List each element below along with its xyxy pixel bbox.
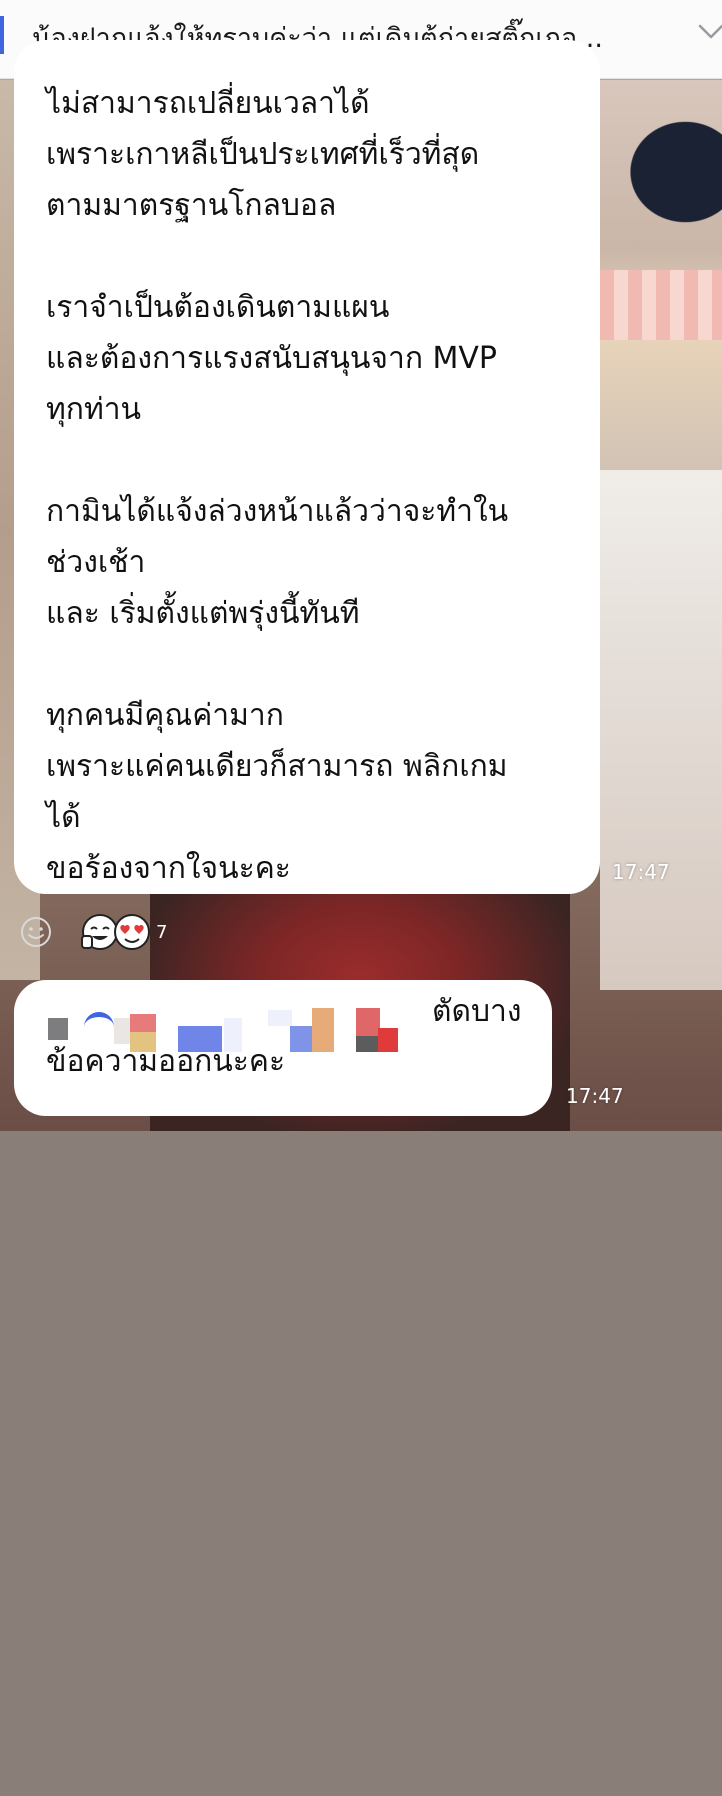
message-bubble[interactable]: ตัดบาง ข้อความออกนะคะ bbox=[14, 980, 552, 1116]
redacted-block bbox=[356, 1036, 378, 1052]
message-time: 17:47 bbox=[612, 860, 670, 884]
redacted-block bbox=[378, 1028, 398, 1052]
message-text: ข้อความออกนะคะ bbox=[46, 1044, 286, 1079]
message-time: 17:47 bbox=[566, 1084, 624, 1108]
redacted-block bbox=[312, 1008, 334, 1052]
message-text: ตัดบาง bbox=[432, 994, 522, 1029]
redacted-block bbox=[84, 1012, 114, 1031]
smiley-add-icon[interactable] bbox=[20, 916, 52, 948]
chevron-down-icon[interactable] bbox=[696, 16, 722, 46]
reaction-count: 7 bbox=[156, 921, 168, 943]
heart-eyes-face-icon bbox=[114, 914, 150, 950]
redacted-block bbox=[130, 1014, 156, 1032]
message-text: ไม่สามารถเปลี่ยนเวลาได้ เพราะเกาหลีเป็นป… bbox=[46, 86, 509, 886]
redacted-block bbox=[268, 1010, 292, 1026]
reaction-summary[interactable]: 7 bbox=[80, 912, 167, 952]
announcement-accent bbox=[0, 16, 4, 54]
message-bubble[interactable]: ไม่สามารถเปลี่ยนเวลาได้ เพราะเกาหลีเป็นป… bbox=[14, 40, 600, 894]
redacted-block bbox=[356, 1008, 380, 1036]
redacted-block bbox=[290, 1026, 312, 1052]
